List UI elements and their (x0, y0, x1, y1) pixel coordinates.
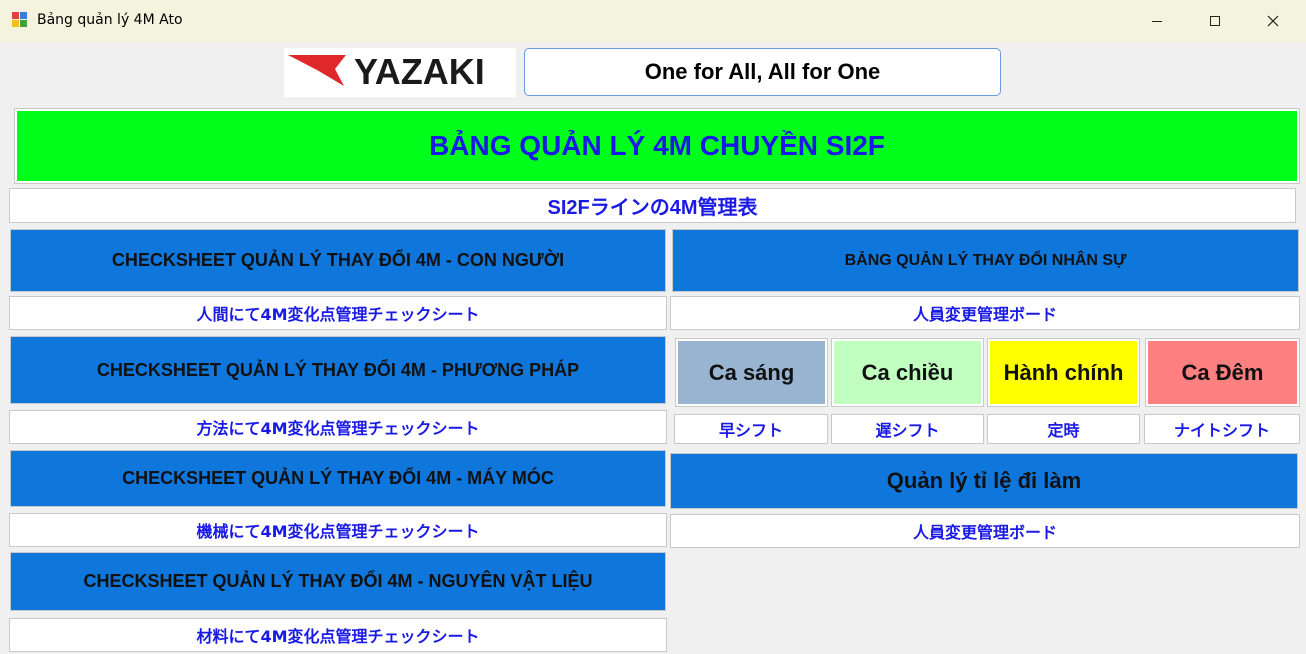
shift-afternoon-button[interactable]: Ca chiều (831, 338, 984, 407)
title-bar: Bảng quản lý 4M Ato (0, 0, 1306, 43)
attendance-rate-button[interactable]: Quản lý tỉ lệ đi làm (670, 453, 1298, 509)
shift-office-button[interactable]: Hành chính (987, 338, 1140, 407)
checksheet-machine-button[interactable]: CHECKSHEET QUẢN LÝ THAY ĐỔI 4M - MÁY MÓC (10, 450, 666, 507)
checksheet-machine-jp-label: 機械にて4M変化点管理チェックシート (9, 513, 667, 547)
checksheet-method-jp-label: 方法にて4M変化点管理チェックシート (9, 410, 667, 444)
personnel-change-button[interactable]: BẢNG QUẢN LÝ THAY ĐỔI NHÂN SỰ (672, 229, 1299, 292)
svg-text:YAZAKI: YAZAKI (354, 51, 485, 92)
window-title: Bảng quản lý 4M Ato (37, 12, 183, 28)
close-icon[interactable] (1244, 0, 1302, 42)
page-title-banner: BẢNG QUẢN LÝ 4M CHUYỀN SI2F (14, 108, 1300, 184)
yazaki-logo: YAZAKI (284, 48, 516, 97)
attendance-rate-jp-label: 人員変更管理ボード (670, 514, 1300, 548)
shift-night-button[interactable]: Ca Đêm (1145, 338, 1300, 407)
slogan-box: One for All, All for One (524, 48, 1001, 96)
page-subtitle: SI2Fラインの4M管理表 (9, 188, 1296, 223)
checksheet-people-button[interactable]: CHECKSHEET QUẢN LÝ THAY ĐỔI 4M - CON NGƯ… (10, 229, 666, 292)
maximize-icon[interactable] (1186, 0, 1244, 42)
minimize-icon[interactable] (1128, 0, 1186, 42)
shift-office-jp-label: 定時 (987, 414, 1140, 444)
checksheet-people-jp-label: 人間にて4M変化点管理チェックシート (9, 296, 667, 330)
checksheet-method-button[interactable]: CHECKSHEET QUẢN LÝ THAY ĐỔI 4M - PHƯƠNG … (10, 336, 666, 404)
personnel-change-jp-label: 人員変更管理ボード (670, 296, 1300, 330)
main-form: YAZAKI One for All, All for One BẢNG QUẢ… (0, 42, 1306, 654)
app-icon[interactable] (12, 12, 28, 28)
checksheet-material-button[interactable]: CHECKSHEET QUẢN LÝ THAY ĐỔI 4M - NGUYÊN … (10, 552, 666, 611)
checksheet-material-jp-label: 材料にて4M変化点管理チェックシート (9, 618, 667, 652)
shift-morning-button[interactable]: Ca sáng (675, 338, 828, 407)
shift-morning-jp-label: 早シフト (674, 414, 828, 444)
shift-night-jp-label: ナイトシフト (1144, 414, 1300, 444)
shift-afternoon-jp-label: 遅シフト (831, 414, 984, 444)
